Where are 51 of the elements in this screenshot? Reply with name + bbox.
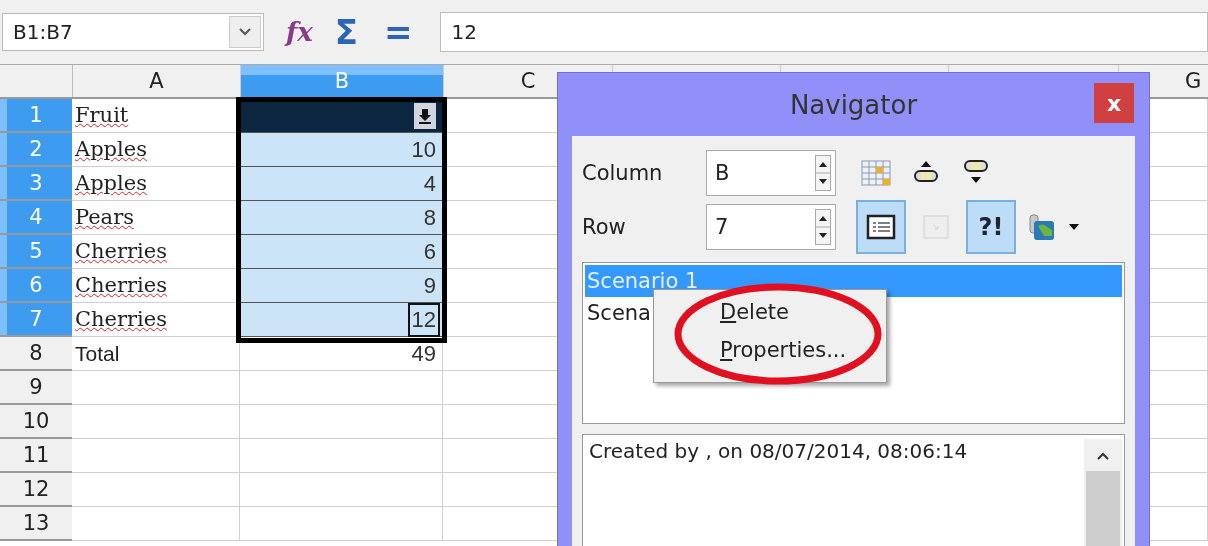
spin-field[interactable]: 7	[706, 204, 836, 250]
cell-text: Cherries	[75, 238, 168, 265]
formula-input[interactable]: 12	[440, 12, 1208, 52]
row-header[interactable]: 10	[0, 405, 72, 439]
row-header[interactable]: 8	[0, 337, 72, 371]
contents-button[interactable]	[856, 200, 906, 254]
cell-text: Apples	[75, 136, 147, 163]
cell-text: Cherries	[75, 306, 168, 333]
row-header[interactable]: 13	[0, 507, 72, 541]
scenario-item[interactable]: Scena	[585, 297, 651, 329]
dialog-title: Navigator	[789, 89, 918, 120]
spin-arrows-icon	[815, 209, 831, 245]
spin-arrows-icon	[815, 155, 831, 191]
scenarios-button[interactable]: ?!	[966, 200, 1016, 254]
field-label: Column	[582, 161, 664, 185]
menu-item[interactable]: Properties...	[720, 336, 886, 364]
cell-text: Pears	[75, 204, 134, 231]
menu-item[interactable]: Delete	[720, 298, 886, 326]
row-header[interactable]: 9	[0, 371, 72, 405]
spin-field[interactable]: B	[706, 150, 836, 196]
column-header[interactable]: A	[73, 65, 241, 97]
chevron-down-icon	[238, 27, 252, 37]
download-arrow-icon	[418, 107, 432, 124]
name-box[interactable]: B1:B7	[2, 13, 264, 51]
cell-text: Fruit	[75, 102, 129, 129]
caret-down-icon	[1068, 223, 1080, 231]
table-icon	[861, 160, 891, 186]
cell-value: 10	[411, 136, 436, 163]
list-icon	[866, 214, 896, 240]
chevron-up-icon	[1096, 451, 1110, 461]
cell-value: 8	[423, 204, 436, 231]
scroll-thumb[interactable]	[1086, 471, 1120, 546]
close-button[interactable]: x	[1094, 83, 1134, 123]
cell-value: 6	[423, 238, 436, 265]
cell-text: Apples	[75, 170, 147, 197]
box-icon	[923, 215, 949, 239]
cell-value: 4	[423, 170, 436, 197]
function-wizard-button[interactable]: fx	[286, 17, 313, 47]
field-label: Row	[582, 215, 627, 239]
scrollbar[interactable]	[1084, 439, 1122, 546]
row-header[interactable]: 12	[0, 473, 72, 507]
row-header[interactable]: 11	[0, 439, 72, 473]
cell-text: Cherries	[75, 272, 168, 299]
cell-text: Total	[75, 340, 120, 367]
comment-text: Created by , on 08/07/2014, 08:06:14	[589, 439, 968, 465]
autofilter-button[interactable]	[414, 102, 436, 129]
sum-button[interactable]: Σ	[334, 12, 358, 52]
formula-button[interactable]: =	[383, 12, 413, 52]
cell-value: 9	[423, 272, 436, 299]
cell-value: 49	[411, 340, 436, 367]
dropdown-button[interactable]	[229, 16, 261, 48]
